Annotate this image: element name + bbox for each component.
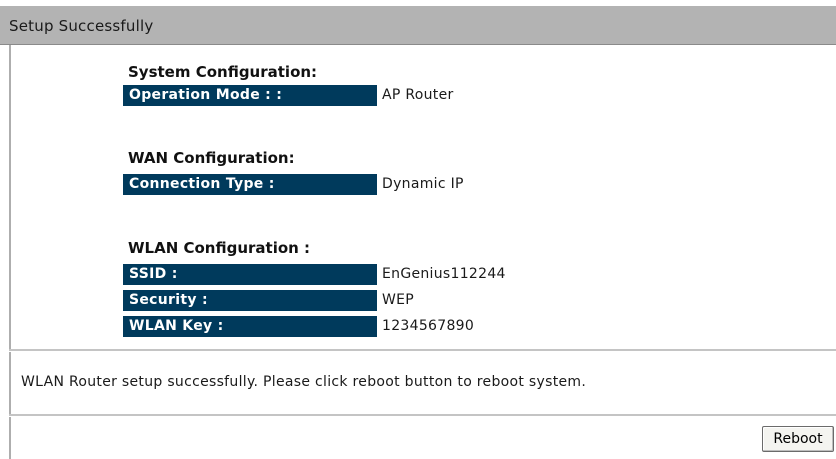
wlan-key-row: WLAN Key : 1234567890 [123, 316, 723, 337]
security-value: WEP [382, 292, 415, 308]
wlan-key-value: 1234567890 [382, 318, 475, 334]
security-label: Security : [123, 290, 377, 311]
page-title: Setup Successfully [9, 17, 154, 35]
connection-type-row: Connection Type : Dynamic IP [123, 174, 723, 195]
operation-mode-label: Operation Mode : : [123, 85, 377, 106]
status-message: WLAN Router setup successfully. Please c… [21, 374, 587, 390]
ssid-row: SSID : EnGenius112244 [123, 264, 723, 285]
divider [9, 414, 836, 416]
button-bar: Reboot [9, 417, 836, 459]
ssid-label: SSID : [123, 264, 377, 285]
system-configuration-heading: System Configuration: [128, 63, 318, 81]
connection-type-value: Dynamic IP [382, 176, 464, 192]
setup-result-page: Setup Successfully System Configuration:… [0, 0, 836, 459]
configuration-summary-panel: System Configuration: Operation Mode : :… [9, 45, 836, 349]
operation-mode-value: AP Router [382, 87, 454, 103]
wlan-key-label: WLAN Key : [123, 316, 377, 337]
connection-type-label: Connection Type : [123, 174, 377, 195]
wlan-configuration-heading: WLAN Configuration : [128, 239, 311, 257]
operation-mode-row: Operation Mode : : AP Router [123, 85, 723, 106]
security-row: Security : WEP [123, 290, 723, 311]
title-bar: Setup Successfully [0, 6, 836, 45]
reboot-button[interactable]: Reboot [762, 426, 834, 452]
message-area: WLAN Router setup successfully. Please c… [9, 352, 836, 414]
wan-configuration-heading: WAN Configuration: [128, 149, 295, 167]
divider [9, 349, 836, 351]
ssid-value: EnGenius112244 [382, 266, 506, 282]
